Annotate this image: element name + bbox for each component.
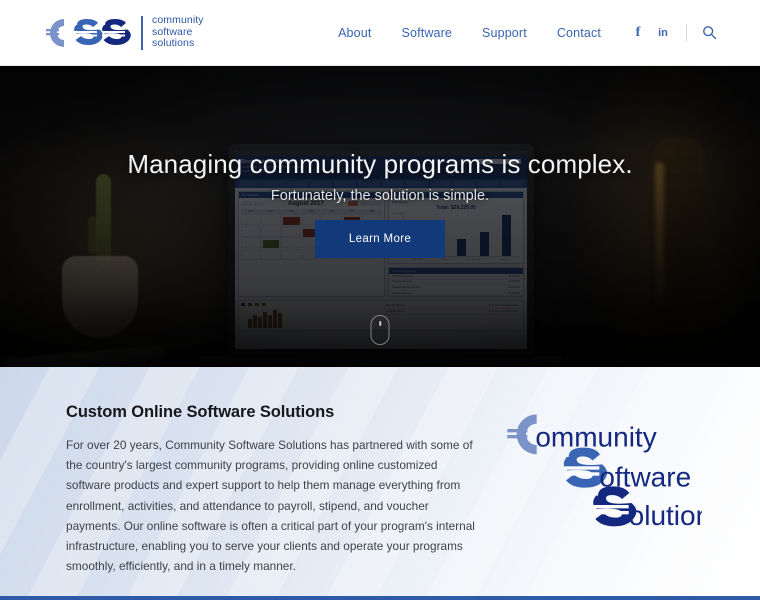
learn-more-button[interactable]: Learn More: [314, 220, 446, 258]
nav-divider: [686, 24, 687, 41]
site-logo[interactable]: community software solutions: [46, 15, 204, 50]
page-title: Custom Online Software Solutions: [66, 403, 335, 421]
social-links: f in: [628, 23, 673, 43]
css-logo-mark: [46, 18, 131, 47]
logo-divider: [141, 15, 143, 50]
svg-text:ommunity: ommunity: [535, 421, 656, 452]
site-header: community software solutions About Softw…: [0, 0, 760, 66]
community-software-solutions-graphic: ommunity oftware olutions: [507, 414, 702, 531]
nav-item-support[interactable]: Support: [467, 26, 542, 40]
intro-paragraph: For over 20 years, Community Software So…: [66, 438, 475, 574]
logo-tagline: community software solutions: [152, 15, 204, 50]
nav-item-software[interactable]: Software: [386, 26, 467, 40]
hero-subheadline: Fortunately, the solution is simple.: [270, 188, 490, 204]
page-root: community software solutions About Softw…: [0, 0, 760, 600]
footer-accent-bar: [0, 596, 760, 600]
main-navigation: About Software Support Contact f in: [323, 23, 718, 43]
nav-item-contact[interactable]: Contact: [542, 26, 616, 40]
intro-section: Custom Online Software Solutions For ove…: [0, 367, 760, 600]
tagline-line-3: solutions: [152, 37, 195, 50]
search-icon[interactable]: [700, 24, 718, 42]
hero-headline: Managing community programs is complex.: [127, 149, 633, 179]
scroll-down-mouse-icon[interactable]: [370, 315, 390, 345]
svg-text:olutions: olutions: [629, 500, 702, 531]
linkedin-icon[interactable]: in: [653, 23, 673, 43]
nav-item-about[interactable]: About: [323, 26, 386, 40]
hero-section: Best Animal Rescue Community Program Man…: [0, 66, 760, 367]
facebook-icon[interactable]: f: [628, 23, 648, 43]
